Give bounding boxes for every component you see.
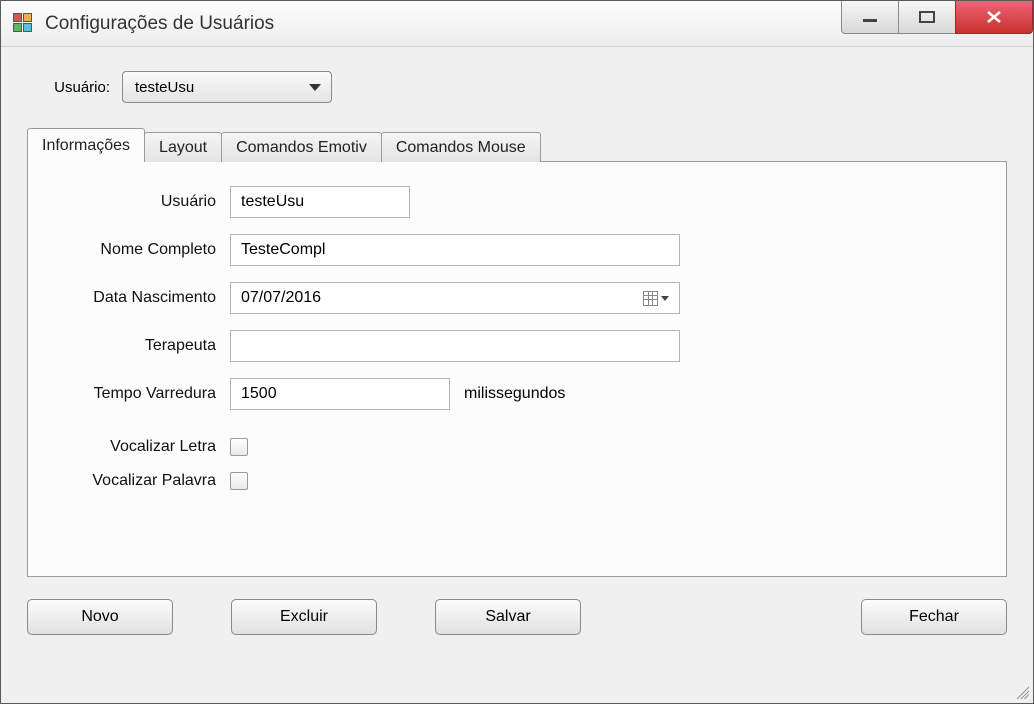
excluir-button[interactable]: Excluir	[231, 599, 377, 635]
app-icon	[13, 13, 35, 35]
close-button[interactable]	[955, 1, 1033, 34]
date-picker-button[interactable]	[639, 287, 673, 309]
salvar-button[interactable]: Salvar	[435, 599, 581, 635]
tab-layout[interactable]: Layout	[144, 132, 222, 162]
tab-comandos-emotiv[interactable]: Comandos Emotiv	[221, 132, 382, 162]
nome-completo-label: Nome Completo	[52, 241, 230, 259]
minimize-button[interactable]	[841, 1, 899, 34]
maximize-button[interactable]	[898, 1, 956, 34]
usuario-combobox-value: testeUsu	[135, 79, 194, 96]
usuario-field[interactable]: testeUsu	[230, 186, 410, 218]
novo-button[interactable]: Novo	[27, 599, 173, 635]
button-bar: Novo Excluir Salvar Fechar	[27, 599, 1007, 635]
vocalizar-letra-checkbox[interactable]	[230, 438, 248, 456]
window-frame: Configurações de Usuários Usuário: teste…	[0, 0, 1034, 704]
data-nascimento-value: 07/07/2016	[241, 289, 321, 307]
vocalizar-letra-label: Vocalizar Letra	[52, 438, 230, 456]
resize-grip[interactable]	[1013, 683, 1029, 699]
nome-completo-value: TesteCompl	[241, 241, 325, 259]
nome-completo-field[interactable]: TesteCompl	[230, 234, 680, 266]
window-controls	[842, 1, 1033, 34]
close-icon	[984, 10, 1004, 24]
usuario-selector-label: Usuário:	[27, 79, 122, 96]
tabstrip: Informações Layout Comandos Emotiv Coman…	[27, 127, 1007, 161]
maximize-icon	[918, 10, 936, 24]
tab-informacoes[interactable]: Informações	[27, 128, 145, 162]
chevron-down-icon	[309, 84, 321, 91]
usuario-field-label: Usuário	[52, 193, 230, 211]
tempo-varredura-value: 1500	[241, 385, 277, 403]
window-title: Configurações de Usuários	[45, 13, 274, 35]
terapeuta-label: Terapeuta	[52, 337, 230, 355]
titlebar: Configurações de Usuários	[1, 1, 1033, 47]
tab-comandos-mouse[interactable]: Comandos Mouse	[381, 132, 541, 162]
terapeuta-field[interactable]	[230, 330, 680, 362]
tempo-varredura-label: Tempo Varredura	[52, 385, 230, 403]
usuario-combobox[interactable]: testeUsu	[122, 71, 332, 103]
usuario-field-value: testeUsu	[241, 193, 304, 211]
user-selector-row: Usuário: testeUsu	[27, 71, 1007, 103]
minimize-icon	[861, 10, 879, 24]
client-area: Usuário: testeUsu Informações Layout Com…	[1, 47, 1033, 703]
data-nascimento-label: Data Nascimento	[52, 289, 230, 307]
tab-panel-informacoes: Usuário testeUsu Nome Completo TesteComp…	[27, 161, 1007, 577]
vocalizar-palavra-label: Vocalizar Palavra	[52, 472, 230, 490]
vocalizar-palavra-checkbox[interactable]	[230, 472, 248, 490]
calendar-icon	[643, 291, 658, 306]
chevron-down-icon	[661, 296, 669, 301]
tempo-varredura-unit: milissegundos	[464, 385, 565, 403]
fechar-button[interactable]: Fechar	[861, 599, 1007, 635]
data-nascimento-field[interactable]: 07/07/2016	[230, 282, 680, 314]
tempo-varredura-field[interactable]: 1500	[230, 378, 450, 410]
